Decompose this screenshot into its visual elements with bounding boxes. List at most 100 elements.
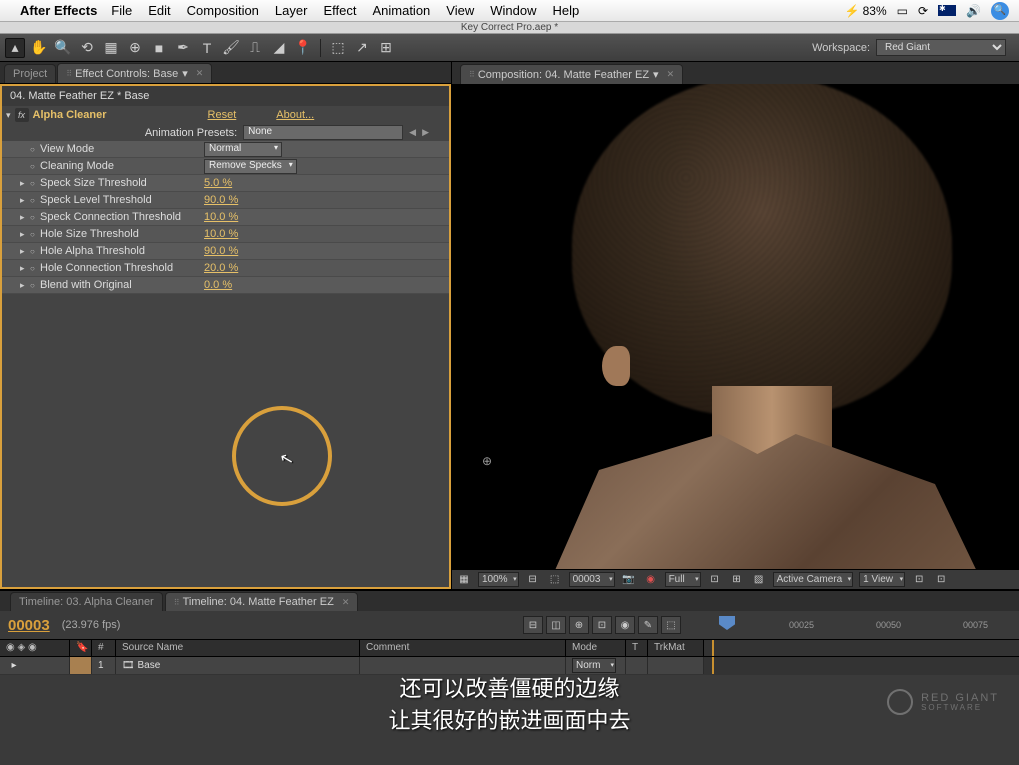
region-icon[interactable]: ⬚ xyxy=(547,573,563,587)
clone-tool[interactable]: ⎍ xyxy=(245,38,265,58)
transparency-icon[interactable]: ▨ xyxy=(751,573,767,587)
menu-composition[interactable]: Composition xyxy=(187,3,259,18)
views-dropdown[interactable]: 1 View xyxy=(859,572,905,587)
keyframe-icon[interactable]: ○ xyxy=(30,145,40,154)
menu-view[interactable]: View xyxy=(446,3,474,18)
param-value[interactable]: 20.0 % xyxy=(204,262,238,274)
close-icon[interactable]: ✕ xyxy=(667,69,675,80)
param-value[interactable]: 0.0 % xyxy=(204,279,232,291)
about-link[interactable]: About... xyxy=(276,109,314,121)
display-icon[interactable]: ▭ xyxy=(897,4,908,18)
tab-project[interactable]: Project xyxy=(4,64,56,83)
sync-icon[interactable]: ⟳ xyxy=(918,4,928,18)
tl-btn-6[interactable]: ✎ xyxy=(638,616,658,634)
current-time[interactable]: 00003 xyxy=(8,617,50,634)
twirl-icon[interactable]: ▸ xyxy=(20,246,30,257)
tl-btn-7[interactable]: ⬚ xyxy=(661,616,681,634)
menu-file[interactable]: File xyxy=(111,3,132,18)
menu-window[interactable]: Window xyxy=(490,3,536,18)
shape-tool[interactable]: ■ xyxy=(149,38,169,58)
pan-behind-tool[interactable]: ⊕ xyxy=(125,38,145,58)
tab-composition[interactable]: ⠿Composition: 04. Matte Feather EZ ▾✕ xyxy=(460,64,683,84)
twirl-icon[interactable]: ▸ xyxy=(20,212,30,223)
snapshot-icon[interactable]: 📷 xyxy=(621,573,637,587)
tl-btn-1[interactable]: ⊟ xyxy=(523,616,543,634)
guide-icon[interactable]: ⊞ xyxy=(729,573,745,587)
resolution-dropdown[interactable]: Full xyxy=(665,572,701,587)
camera-tool[interactable]: ▦ xyxy=(101,38,121,58)
workspace-select[interactable]: Red Giant xyxy=(876,39,1006,56)
keyframe-icon[interactable]: ○ xyxy=(30,196,40,205)
s2-icon[interactable]: ↗ xyxy=(352,38,372,58)
timeline-tab-1[interactable]: ⠿Timeline: 04. Matte Feather EZ✕ xyxy=(165,592,359,611)
eraser-tool[interactable]: ◢ xyxy=(269,38,289,58)
twirl-icon[interactable]: ▾ xyxy=(6,110,11,121)
tl-btn-3[interactable]: ⊕ xyxy=(569,616,589,634)
composition-viewer[interactable]: ⊕ xyxy=(452,84,1019,569)
preset-next-icon[interactable]: ▶ xyxy=(422,127,429,138)
param-value[interactable]: 10.0 % xyxy=(204,211,238,223)
zoom-tool[interactable]: 🔍 xyxy=(53,38,73,58)
app-name[interactable]: After Effects xyxy=(20,3,97,18)
twirl-icon[interactable]: ▸ xyxy=(20,280,30,291)
keyframe-icon[interactable]: ○ xyxy=(30,213,40,222)
rotate-tool[interactable]: ⟲ xyxy=(77,38,97,58)
zoom-dropdown[interactable]: 100% xyxy=(478,572,519,587)
col-label-icon[interactable]: 🔖 xyxy=(70,640,92,656)
param-dropdown[interactable]: Normal xyxy=(204,142,282,157)
spotlight-icon[interactable]: 🔍 xyxy=(991,2,1009,20)
res-icon[interactable]: ⊟ xyxy=(525,573,541,587)
param-value[interactable]: 10.0 % xyxy=(204,228,238,240)
tl-btn-5[interactable]: ◉ xyxy=(615,616,635,634)
volume-icon[interactable]: 🔊 xyxy=(966,4,981,18)
battery-status[interactable]: ⚡ 83% xyxy=(845,4,887,18)
close-icon[interactable]: ✕ xyxy=(196,68,204,79)
keyframe-icon[interactable]: ○ xyxy=(30,162,40,171)
grid-icon[interactable]: ▦ xyxy=(456,573,472,587)
pixel-icon[interactable]: ⊡ xyxy=(911,573,927,587)
twirl-icon[interactable]: ▸ xyxy=(20,195,30,206)
menu-layer[interactable]: Layer xyxy=(275,3,308,18)
param-value[interactable]: 5.0 % xyxy=(204,177,232,189)
exposure-icon[interactable]: ⊡ xyxy=(933,573,949,587)
pen-tool[interactable]: ✒ xyxy=(173,38,193,58)
twirl-icon[interactable]: ▸ xyxy=(20,178,30,189)
brush-tool[interactable]: 🖌 xyxy=(221,38,241,58)
timeline-tab-0[interactable]: Timeline: 03. Alpha Cleaner xyxy=(10,592,163,611)
param-dropdown[interactable]: Remove Specks xyxy=(204,159,297,174)
menu-animation[interactable]: Animation xyxy=(372,3,430,18)
playhead-icon[interactable] xyxy=(719,616,735,630)
tl-btn-4[interactable]: ⊡ xyxy=(592,616,612,634)
menu-effect[interactable]: Effect xyxy=(323,3,356,18)
flag-icon[interactable] xyxy=(938,5,956,16)
camera-dropdown[interactable]: Active Camera xyxy=(773,572,854,587)
tl-btn-2[interactable]: ◫ xyxy=(546,616,566,634)
keyframe-icon[interactable]: ○ xyxy=(30,247,40,256)
presets-dropdown[interactable]: None xyxy=(243,125,403,140)
time-ruler[interactable]: 00025 00050 00075 xyxy=(711,616,1011,634)
keyframe-icon[interactable]: ○ xyxy=(30,281,40,290)
param-value[interactable]: 90.0 % xyxy=(204,245,238,257)
fx-icon[interactable]: fx xyxy=(15,108,29,122)
selection-tool[interactable]: ▴ xyxy=(5,38,25,58)
text-tool[interactable]: T xyxy=(197,38,217,58)
twirl-icon[interactable]: ▸ xyxy=(20,263,30,274)
puppet-tool[interactable]: 📍 xyxy=(293,38,313,58)
twirl-icon[interactable]: ▸ xyxy=(20,229,30,240)
s3-icon[interactable]: ⊞ xyxy=(376,38,396,58)
menu-help[interactable]: Help xyxy=(552,3,579,18)
frame-display[interactable]: 00003 xyxy=(569,572,615,587)
keyframe-icon[interactable]: ○ xyxy=(30,179,40,188)
toggle-icon[interactable]: ⊡ xyxy=(707,573,723,587)
hand-tool[interactable]: ✋ xyxy=(29,38,49,58)
tab-effect-controls[interactable]: ⠿Effect Controls: Base ▾✕ xyxy=(57,63,212,83)
param-value[interactable]: 90.0 % xyxy=(204,194,238,206)
keyframe-icon[interactable]: ○ xyxy=(30,230,40,239)
channel-icon[interactable]: ◉ xyxy=(643,573,659,587)
reset-link[interactable]: Reset xyxy=(208,109,237,121)
preset-prev-icon[interactable]: ◀ xyxy=(409,127,416,138)
close-icon[interactable]: ✕ xyxy=(342,597,350,608)
keyframe-icon[interactable]: ○ xyxy=(30,264,40,273)
menu-edit[interactable]: Edit xyxy=(148,3,170,18)
s1-icon[interactable]: ⬚ xyxy=(328,38,348,58)
